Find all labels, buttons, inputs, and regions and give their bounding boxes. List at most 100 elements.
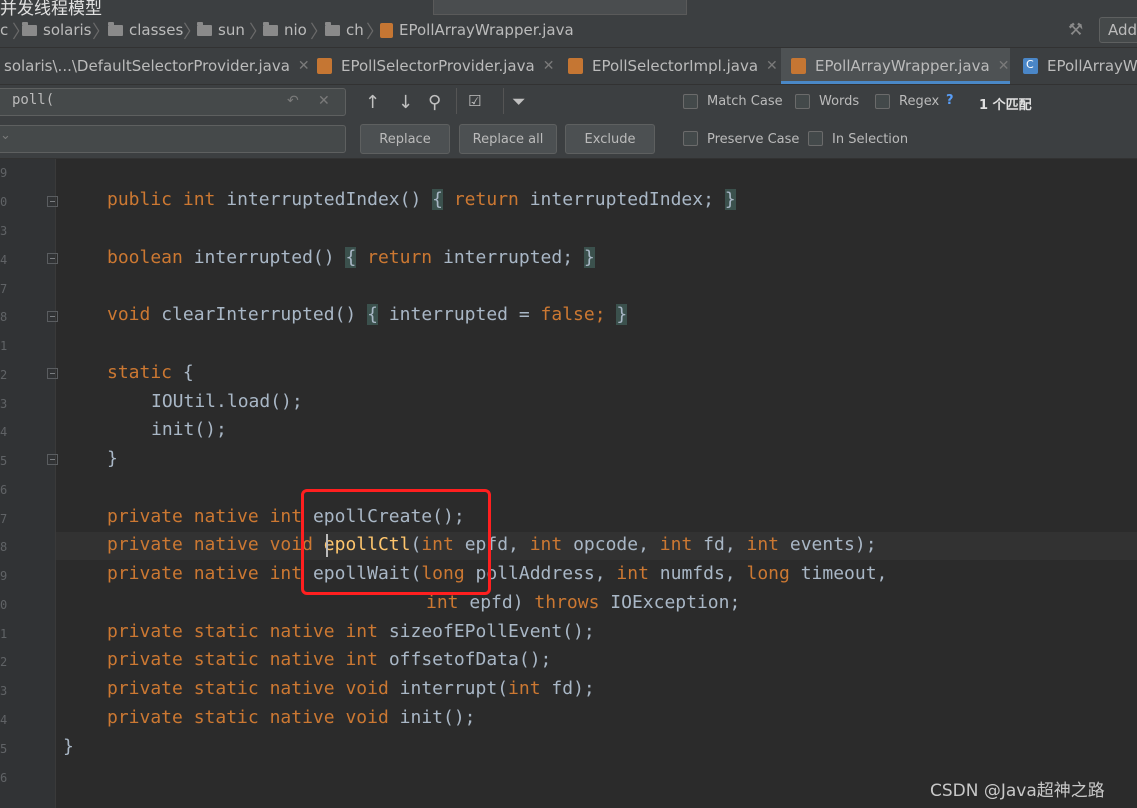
java-class-icon xyxy=(791,58,806,74)
highlight-annotation-box xyxy=(301,489,491,595)
replace-button[interactable]: Replace xyxy=(360,124,450,154)
preserve-case-label: Preserve Case xyxy=(707,132,800,147)
code-line: void clearInterrupted() { interrupted = … xyxy=(107,304,628,325)
line-number: 9 xyxy=(0,166,8,180)
line-number: 3 xyxy=(0,684,8,698)
code-line: private static native void init(); xyxy=(107,707,476,728)
breadcrumb-item-classes[interactable]: classes xyxy=(108,20,183,40)
code-line: int epfd) throws IOException; xyxy=(426,592,741,613)
java-class-icon xyxy=(317,58,332,74)
breadcrumb-item-nio[interactable]: nio xyxy=(263,20,307,40)
match-count: 1 个匹配 xyxy=(979,98,1032,113)
exclude-button[interactable]: Exclude xyxy=(565,124,655,154)
toolbar-divider xyxy=(456,88,457,114)
replace-all-button[interactable]: Replace all xyxy=(459,124,557,154)
in-selection-label: In Selection xyxy=(832,132,909,147)
line-number: 2 xyxy=(0,368,8,382)
breadcrumb-item-solaris[interactable]: solaris xyxy=(22,20,92,40)
line-number: 1 xyxy=(0,339,8,353)
watermark: CSDN @Java超神之路 xyxy=(930,781,1105,801)
folder-icon xyxy=(325,21,340,36)
add-configuration-button[interactable]: Add xyxy=(1099,17,1137,43)
breadcrumb-item-sun[interactable]: sun xyxy=(197,20,245,40)
hammer-icon[interactable]: ⚒ xyxy=(1068,20,1083,40)
regex-help-link[interactable]: ? xyxy=(946,93,954,108)
search-input-value: poll( xyxy=(12,92,55,108)
close-icon[interactable]: ✕ xyxy=(298,58,310,74)
tab-epoll-array-w[interactable]: EPollArrayW xyxy=(1023,48,1137,84)
tab-epoll-selector-provider[interactable]: EPollSelectorProvider.java ✕ xyxy=(317,48,554,84)
code-line: } xyxy=(63,736,74,757)
close-icon[interactable]: ✕ xyxy=(543,58,555,74)
code-line: private static native int sizeofEPollEve… xyxy=(107,621,595,642)
folder-icon xyxy=(197,21,212,36)
filter-icon[interactable]: ⏷ xyxy=(512,92,526,112)
code-line: private static native int offsetofData()… xyxy=(107,649,552,670)
class-file-icon xyxy=(1023,58,1038,74)
toolbar-divider xyxy=(503,88,504,114)
fold-icon[interactable] xyxy=(47,311,58,322)
words-checkbox[interactable] xyxy=(795,94,810,109)
regex-label: Regex xyxy=(899,94,940,109)
line-number: 2 xyxy=(0,655,8,669)
code-line: init(); xyxy=(151,419,227,440)
words-label: Words xyxy=(819,94,860,109)
tab-epoll-selector-impl[interactable]: EPollSelectorImpl.java ✕ xyxy=(568,48,778,84)
line-number: 3 xyxy=(0,224,8,238)
line-number: 0 xyxy=(0,598,8,612)
match-case-label: Match Case xyxy=(707,94,783,109)
history-icon[interactable]: ⌄ xyxy=(0,128,11,143)
next-occurrence-icon[interactable]: ↓ xyxy=(398,92,413,113)
tab-epoll-array-wrapper[interactable]: EPollArrayWrapper.java ✕ xyxy=(781,48,1010,84)
java-file-icon xyxy=(380,22,393,38)
java-class-icon xyxy=(568,58,583,74)
line-number: 9 xyxy=(0,569,8,583)
line-number: 1 xyxy=(0,627,8,641)
code-line: boolean interrupted() { return interrupt… xyxy=(107,247,595,268)
code-line: private native void epollCtl(int epfd, i… xyxy=(107,534,877,555)
line-number: 7 xyxy=(0,512,8,526)
previous-occurrence-icon[interactable]: ↑ xyxy=(365,92,380,113)
folder-icon xyxy=(22,21,37,36)
regex-checkbox[interactable] xyxy=(875,94,890,109)
code-line: IOUtil.load(); xyxy=(151,391,303,412)
code-line: static { xyxy=(107,362,194,383)
code-line: public int interruptedIndex() { return i… xyxy=(107,189,736,210)
line-number: 0 xyxy=(0,195,8,209)
line-number: 8 xyxy=(0,540,8,554)
breadcrumb-item-ch[interactable]: ch xyxy=(325,20,364,40)
preserve-case-checkbox[interactable] xyxy=(683,131,698,146)
match-case-checkbox[interactable] xyxy=(683,94,698,109)
line-number: 5 xyxy=(0,454,8,468)
in-selection-checkbox[interactable] xyxy=(808,131,823,146)
line-number: 6 xyxy=(0,483,8,497)
line-number: 5 xyxy=(0,742,8,756)
folder-icon xyxy=(263,21,278,36)
fold-icon[interactable] xyxy=(47,196,58,207)
undo-icon[interactable]: ↶ xyxy=(287,93,299,109)
fold-icon[interactable] xyxy=(47,253,58,264)
code-line: private static native void interrupt(int… xyxy=(107,678,595,699)
close-icon[interactable]: ✕ xyxy=(766,58,778,74)
close-icon[interactable]: ✕ xyxy=(998,58,1010,74)
code-line: private native int epollWait(long pollAd… xyxy=(107,563,888,584)
find-all-icon[interactable]: ⚲ xyxy=(428,92,441,113)
breadcrumb-item[interactable]: c xyxy=(0,20,8,40)
clear-icon[interactable]: ✕ xyxy=(318,93,330,109)
popup-fragment xyxy=(433,0,687,15)
fold-icon[interactable] xyxy=(47,454,58,465)
fold-icon[interactable] xyxy=(47,368,58,379)
line-number: 4 xyxy=(0,253,8,267)
line-number: 8 xyxy=(0,310,8,324)
select-all-occurrences-icon[interactable]: ☑ xyxy=(468,92,481,110)
line-number: 4 xyxy=(0,713,8,727)
breadcrumb-item-file[interactable]: EPollArrayWrapper.java xyxy=(380,20,574,40)
replace-input[interactable] xyxy=(0,125,346,153)
line-number: 4 xyxy=(0,425,8,439)
active-tab-indicator xyxy=(781,81,1010,84)
tab-default-selector-provider[interactable]: solaris\...\DefaultSelectorProvider.java… xyxy=(4,48,310,84)
line-number: 3 xyxy=(0,397,8,411)
folder-icon xyxy=(108,21,123,36)
title-overlay: 并发线程模型 xyxy=(0,0,102,19)
line-number: 6 xyxy=(0,771,8,785)
